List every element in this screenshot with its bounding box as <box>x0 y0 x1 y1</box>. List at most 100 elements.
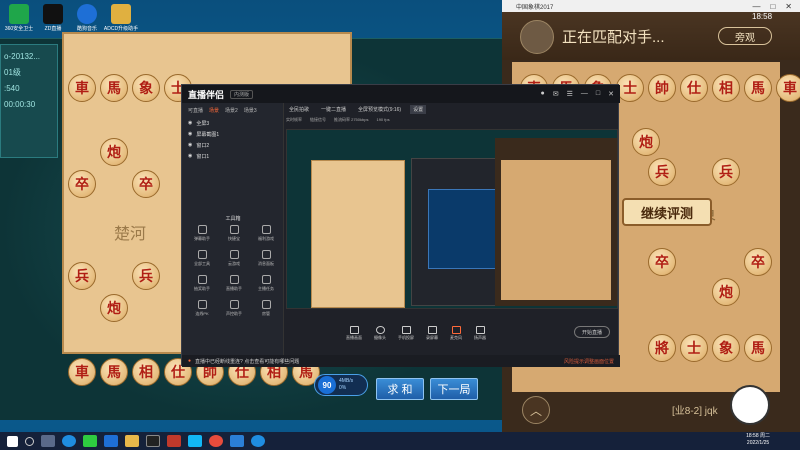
chess-piece[interactable]: 兵 <box>68 262 96 290</box>
chess-piece[interactable]: 車 <box>776 74 800 102</box>
chess-piece[interactable]: 馬 <box>744 334 772 362</box>
qq-icon[interactable] <box>188 435 202 447</box>
status-text[interactable]: 直播中已经断线重连? 点击查看可能有哪些问题 <box>195 358 299 365</box>
chess-piece[interactable]: 帥 <box>648 74 676 102</box>
scene-item[interactable]: ◉ 窗口2 <box>182 140 283 151</box>
chess-piece[interactable]: 相 <box>712 74 740 102</box>
tool-item[interactable]: 云游戏 <box>218 250 250 267</box>
tool-item[interactable]: 快捷宝 <box>218 225 250 242</box>
windows-start-icon[interactable] <box>7 435 18 447</box>
app-icon <box>43 4 63 24</box>
ie-icon[interactable] <box>251 435 265 447</box>
next-game-button[interactable]: 下一局 <box>430 378 478 400</box>
folder-icon[interactable] <box>125 435 139 447</box>
chess-piece[interactable]: 士 <box>680 334 708 362</box>
info-line: o-20132... <box>4 52 41 61</box>
chess-piece[interactable]: 象 <box>132 74 160 102</box>
tool-item[interactable]: 抽奖助手 <box>186 275 218 292</box>
maximize-icon[interactable]: □ <box>770 2 775 11</box>
eye-icon[interactable]: ◉ <box>188 131 192 138</box>
wechat-icon[interactable] <box>83 435 97 447</box>
tool-item[interactable]: 弹幕助手 <box>186 225 218 242</box>
chess-piece[interactable]: 士 <box>616 74 644 102</box>
chess-piece[interactable]: 車 <box>68 358 96 386</box>
tool-item[interactable]: 声控助手 <box>218 300 250 317</box>
tool-item[interactable]: 福利游戏 <box>250 225 282 242</box>
maximize-icon[interactable]: □ <box>596 90 600 98</box>
scene-item[interactable]: ◉ 全屏3 <box>182 118 283 129</box>
message-icon[interactable]: ✉ <box>553 90 559 98</box>
chess-piece[interactable]: 兵 <box>712 158 740 186</box>
eye-icon[interactable]: ◉ <box>188 153 192 160</box>
source-phone[interactable]: 手机投屏 <box>398 325 414 341</box>
chess-piece[interactable]: 兵 <box>132 262 160 290</box>
chess-piece[interactable]: 炮 <box>632 128 660 156</box>
avatar-icon[interactable]: ● <box>541 90 545 98</box>
source-record[interactable]: 录屏幕 <box>426 325 438 341</box>
chess-piece[interactable]: 兵 <box>648 158 676 186</box>
minimize-icon[interactable]: — <box>752 2 760 11</box>
spectate-button[interactable]: 旁观 <box>718 27 772 45</box>
source-screen[interactable]: 直播画面 <box>346 325 362 341</box>
minimize-icon[interactable]: — <box>581 90 588 98</box>
tab-live[interactable]: 可直播 <box>188 107 203 114</box>
desktop-icon-360[interactable]: 360安全卫士 <box>2 4 36 38</box>
chess-piece[interactable]: 炮 <box>712 278 740 306</box>
scene-item[interactable]: ◉ 窗口1 <box>182 151 283 162</box>
eye-icon[interactable]: ◉ <box>188 142 192 149</box>
chess-piece[interactable]: 卒 <box>68 170 96 198</box>
j-app-icon[interactable] <box>230 435 244 447</box>
app-icon[interactable] <box>167 435 181 447</box>
opponent-avatar <box>520 20 554 54</box>
close-icon[interactable]: ✕ <box>785 2 792 11</box>
chess-piece[interactable]: 卒 <box>132 170 160 198</box>
task-view-icon[interactable] <box>41 435 55 447</box>
tool-item[interactable]: 主播任务 <box>250 275 282 292</box>
chess-piece[interactable]: 象 <box>712 334 740 362</box>
eye-icon[interactable]: ◉ <box>188 120 192 127</box>
chess-piece[interactable]: 馬 <box>100 74 128 102</box>
chess-piece[interactable]: 仕 <box>680 74 708 102</box>
start-live-button[interactable]: 开始直播 <box>574 326 610 338</box>
chess-piece[interactable]: 卒 <box>648 248 676 276</box>
tab-scene3[interactable]: 场景3 <box>244 107 257 114</box>
draw-button[interactable]: 求 和 <box>376 378 424 400</box>
tab-dual-live[interactable]: 一键二直播 <box>318 105 349 114</box>
search-icon[interactable] <box>25 436 34 446</box>
chevron-up-icon[interactable]: ︿ <box>522 396 550 424</box>
stream-preview[interactable] <box>286 129 618 309</box>
source-mic[interactable]: 麦克风 <box>450 325 462 341</box>
tab-karaoke[interactable]: 全民拍歌 <box>286 105 312 114</box>
scene-item[interactable]: ◉ 屏幕截图1 <box>182 129 283 140</box>
source-camera[interactable]: 摄像头 <box>374 325 386 341</box>
chess-piece[interactable]: 炮 <box>100 294 128 322</box>
tab-vertical-preview[interactable]: 全屏预览模式(9:16) <box>355 105 404 114</box>
tool-item[interactable]: 全部工具 <box>186 250 218 267</box>
source-speaker[interactable]: 扬声器 <box>474 325 486 341</box>
chess-piece[interactable]: 炮 <box>100 138 128 166</box>
edge-icon[interactable] <box>62 435 76 447</box>
tool-item[interactable]: 直播助手 <box>218 275 250 292</box>
close-icon[interactable]: ✕ <box>608 90 614 98</box>
music-icon[interactable] <box>209 435 223 447</box>
tencent-icon[interactable] <box>104 435 118 447</box>
taskbar-clock[interactable]: 18:58 周二 2022/1/25 <box>746 433 770 447</box>
score-stat: 4MB/s <box>339 378 354 384</box>
status-right[interactable]: 风险提示调整画面位置 <box>564 358 620 365</box>
chess-piece[interactable]: 馬 <box>100 358 128 386</box>
tab-scene2[interactable]: 场景2 <box>225 107 238 114</box>
tab-settings[interactable]: 设置 <box>410 105 427 114</box>
chess-piece[interactable]: 將 <box>648 334 676 362</box>
tool-item[interactable]: 连线PK <box>186 300 218 317</box>
tab-scene[interactable]: 场景 <box>209 107 219 114</box>
tool-item[interactable]: 房管 <box>250 300 282 317</box>
continue-eval-button[interactable]: 继续评测 <box>622 198 712 226</box>
chess-piece[interactable]: 相 <box>132 358 160 386</box>
chess-piece[interactable]: 卒 <box>744 248 772 276</box>
tool-item[interactable]: 消息面板 <box>250 250 282 267</box>
menu-icon[interactable]: ☰ <box>567 90 573 98</box>
chess-piece[interactable]: 馬 <box>744 74 772 102</box>
info-line: 01级 <box>4 68 21 77</box>
jl-icon[interactable] <box>146 435 160 447</box>
chess-piece[interactable]: 車 <box>68 74 96 102</box>
